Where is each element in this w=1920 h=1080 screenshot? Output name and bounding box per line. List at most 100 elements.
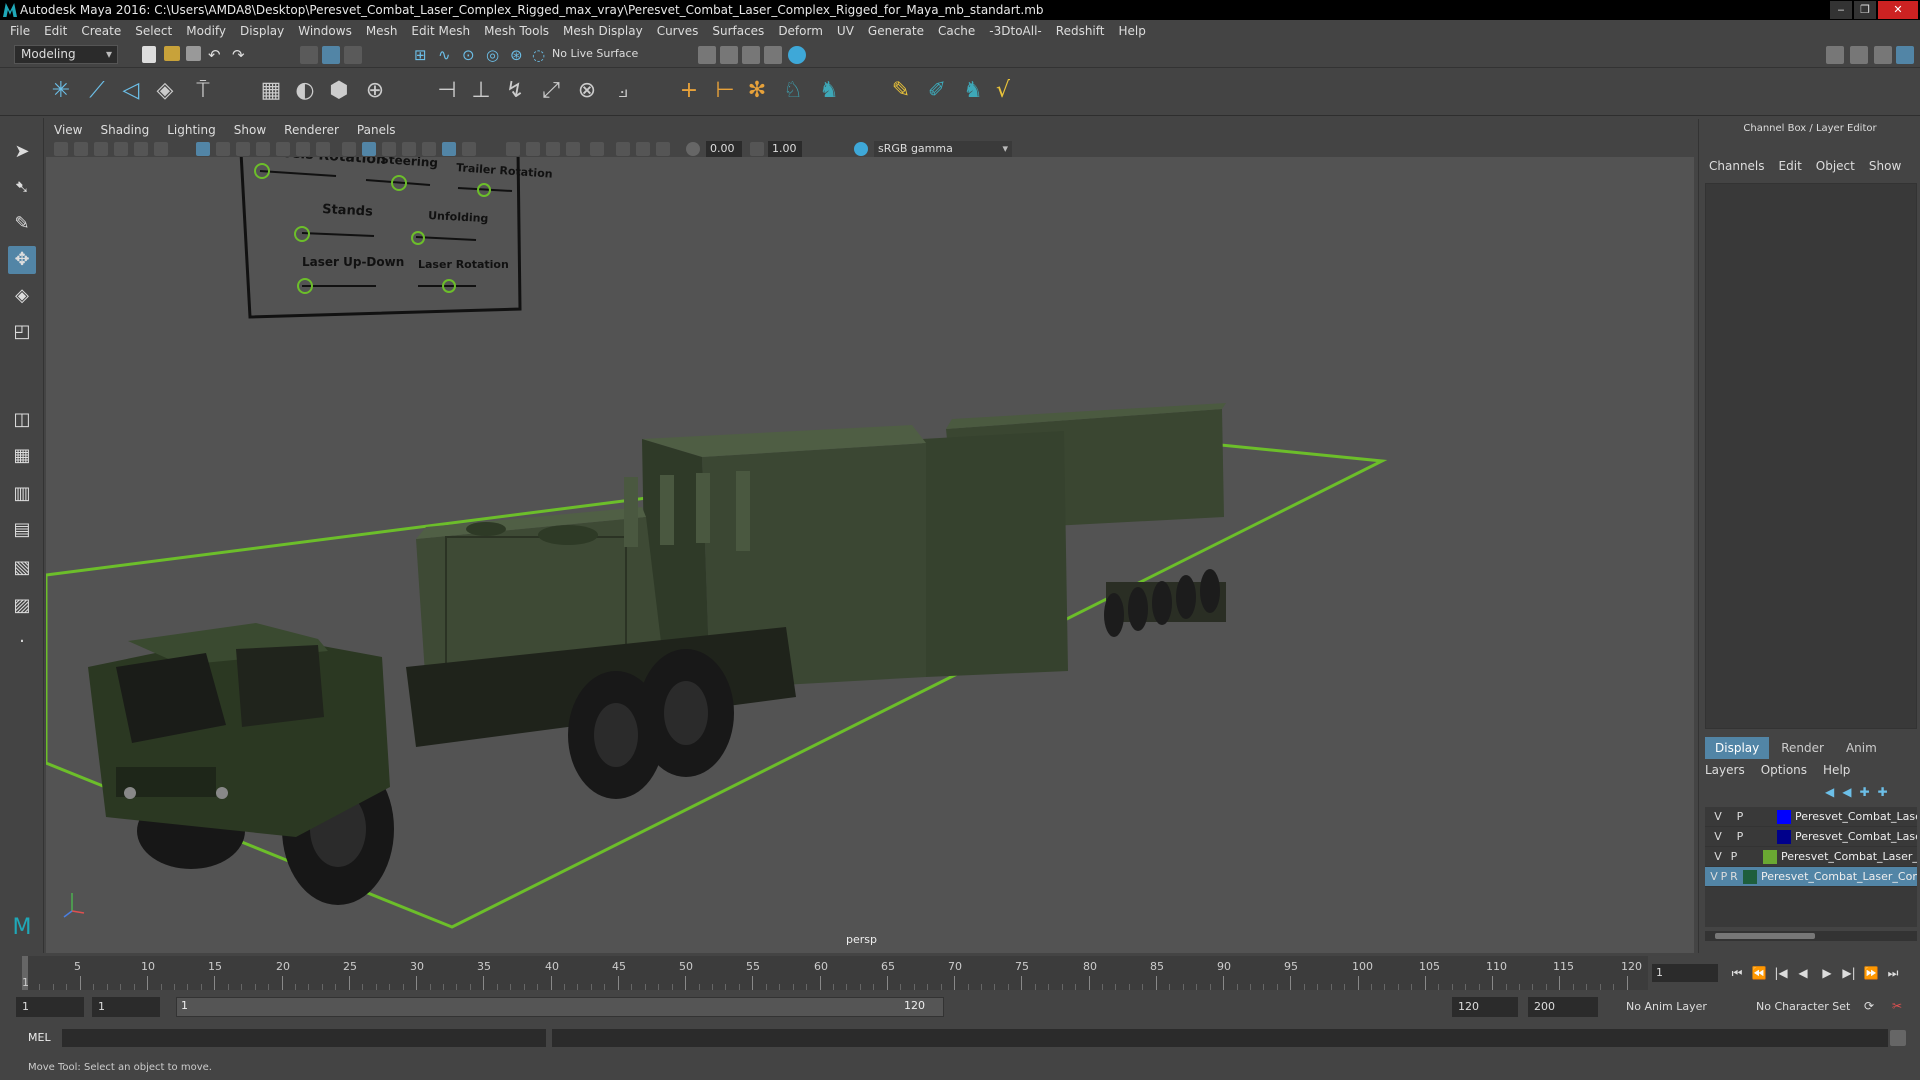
move-tool-icon[interactable]: ✥ [8,246,36,274]
wrap-icon[interactable]: ⊕ [362,78,388,104]
persp-outliner-icon[interactable]: ▧ [8,554,36,582]
layer-playback-toggle[interactable]: P [1727,850,1741,863]
pole-vector-icon[interactable]: ⟓ [610,78,636,104]
render-frame-icon[interactable] [720,46,738,64]
new-layer-selected-icon[interactable]: ✚ [1878,785,1888,799]
menu-generate[interactable]: Generate [868,24,924,38]
toggle-attribute-editor-icon[interactable] [1850,46,1868,64]
open-scene-icon[interactable] [164,46,180,61]
tab-anim[interactable]: Anim [1836,737,1887,759]
restore-button[interactable]: ❐ [1854,1,1876,19]
close-button[interactable]: ✕ [1878,1,1918,19]
bookmark-icon[interactable] [94,142,108,156]
animation-preferences-icon[interactable]: ✂ [1888,998,1906,1014]
menu-cache[interactable]: Cache [938,24,975,38]
move-layer-down-icon[interactable]: ◀ [1842,785,1851,799]
play-forwards-icon[interactable]: ▶ [1818,965,1836,981]
channel-list[interactable] [1705,183,1917,729]
use-all-lights-icon[interactable] [442,142,456,156]
blend-shape-icon[interactable]: ◐ [292,78,318,104]
default-material-icon[interactable] [382,142,396,156]
component-editor-icon[interactable]: ✐ [924,78,950,104]
aim-constraint-icon[interactable]: ⊗ [574,78,600,104]
menu-curves[interactable]: Curves [657,24,699,38]
shadows-icon[interactable] [462,142,476,156]
wireframe-icon[interactable] [342,142,356,156]
go-to-start-icon[interactable]: ⏮ [1728,965,1746,981]
joint-tool-icon[interactable]: ✳ [48,78,74,104]
menu-modify[interactable]: Modify [186,24,226,38]
undo-icon[interactable]: ↶ [208,46,226,64]
menu-select[interactable]: Select [135,24,172,38]
paint-weights-icon[interactable]: ⍑ [190,78,216,104]
snap-grid-icon[interactable]: ⊞ [414,46,432,64]
redo-icon[interactable]: ↷ [232,46,250,64]
layer-color-swatch[interactable] [1777,830,1791,844]
ipr-render-icon[interactable] [742,46,760,64]
snap-surface-icon[interactable]: ◌ [532,46,550,64]
le-menu-layers[interactable]: Layers [1705,763,1745,777]
toggle-channel-box-icon[interactable] [1896,46,1914,64]
set-driven-key-icon[interactable]: ✻ [744,78,770,104]
menu-create[interactable]: Create [81,24,121,38]
panel-menu-view[interactable]: View [54,123,82,137]
command-input[interactable] [62,1029,546,1047]
layer-list-scrollbar[interactable] [1705,931,1917,941]
render-settings-icon[interactable] [698,46,716,64]
toggle-modeling-toolkit-icon[interactable] [1826,46,1844,64]
snap-live-icon[interactable]: ⊛ [510,46,528,64]
layer-row[interactable]: V P Peresvet_Combat_Laser_Complex_Rigged… [1705,847,1917,867]
auto-key-icon[interactable]: ⟳ [1860,998,1878,1014]
menu-file[interactable]: File [10,24,30,38]
layer-visibility-toggle[interactable]: V [1711,810,1725,823]
color-management-icon[interactable] [854,142,868,156]
step-forward-frame-icon[interactable]: ▶| [1840,965,1858,981]
minimize-button[interactable]: ‒ [1830,1,1852,19]
side-by-side-icon[interactable]: ▥ [8,480,36,508]
xray-joints-icon[interactable] [656,142,670,156]
save-scene-icon[interactable] [186,46,201,61]
cb-menu-channels[interactable]: Channels [1709,159,1765,179]
script-editor-icon[interactable] [1890,1030,1906,1046]
smooth-shade-icon[interactable] [362,142,376,156]
cb-menu-edit[interactable]: Edit [1779,159,1802,179]
maya-home-icon[interactable]: M [8,914,36,942]
snap-curve-icon[interactable]: ∿ [438,46,456,64]
joint-orient-icon[interactable]: ⊢ [712,78,738,104]
hypershade-icon[interactable] [788,46,806,64]
menu-3dtoall[interactable]: -3DtoAll- [989,24,1041,38]
select-tool-icon[interactable]: ➤ [8,138,36,166]
step-back-frame-icon[interactable]: |◀ [1772,965,1790,981]
menu-edit-mesh[interactable]: Edit Mesh [411,24,470,38]
le-menu-options[interactable]: Options [1761,763,1807,777]
menuset-dropdown[interactable]: Modeling [14,45,118,64]
paint-select-icon[interactable]: ✎ [8,210,36,238]
scrollbar-thumb[interactable] [1715,933,1815,939]
locator-icon[interactable]: + [676,78,702,104]
step-forward-key-icon[interactable]: ⏩ [1862,965,1880,981]
menu-redshift[interactable]: Redshift [1056,24,1105,38]
multisample-aa-icon[interactable] [546,142,560,156]
menu-mesh-display[interactable]: Mesh Display [563,24,643,38]
play-backwards-icon[interactable]: ◀ [1794,965,1812,981]
safe-title-icon[interactable] [316,142,330,156]
xray-active-icon[interactable] [636,142,650,156]
layer-row[interactable]: V P Peresvet_Combat_Laser_Complex_Rigged… [1705,827,1917,847]
select-component-icon[interactable] [344,46,362,64]
layout-more-icon[interactable]: · [8,628,36,656]
animation-start-field[interactable]: 1 [16,997,84,1017]
layer-row-selected[interactable]: V P R Peresvet_Combat_Laser_Complex_Rigg… [1705,867,1917,887]
new-scene-icon[interactable] [142,46,156,63]
wireframe-on-shaded-icon[interactable] [402,142,416,156]
menu-uv[interactable]: UV [837,24,854,38]
menu-edit[interactable]: Edit [44,24,67,38]
snap-point-icon[interactable]: ⊙ [462,46,480,64]
current-frame-field[interactable]: 1 [1652,964,1718,982]
orient-constraint-icon[interactable]: ↯ [502,78,528,104]
step-back-key-icon[interactable]: ⏪ [1750,965,1768,981]
image-plane-icon[interactable] [114,142,128,156]
lattice-icon[interactable]: ⬢ [326,78,352,104]
exposure-field[interactable]: 0.00 [706,141,742,157]
grease-pencil-icon[interactable] [154,142,168,156]
live-surface-label[interactable]: No Live Surface [552,47,638,60]
